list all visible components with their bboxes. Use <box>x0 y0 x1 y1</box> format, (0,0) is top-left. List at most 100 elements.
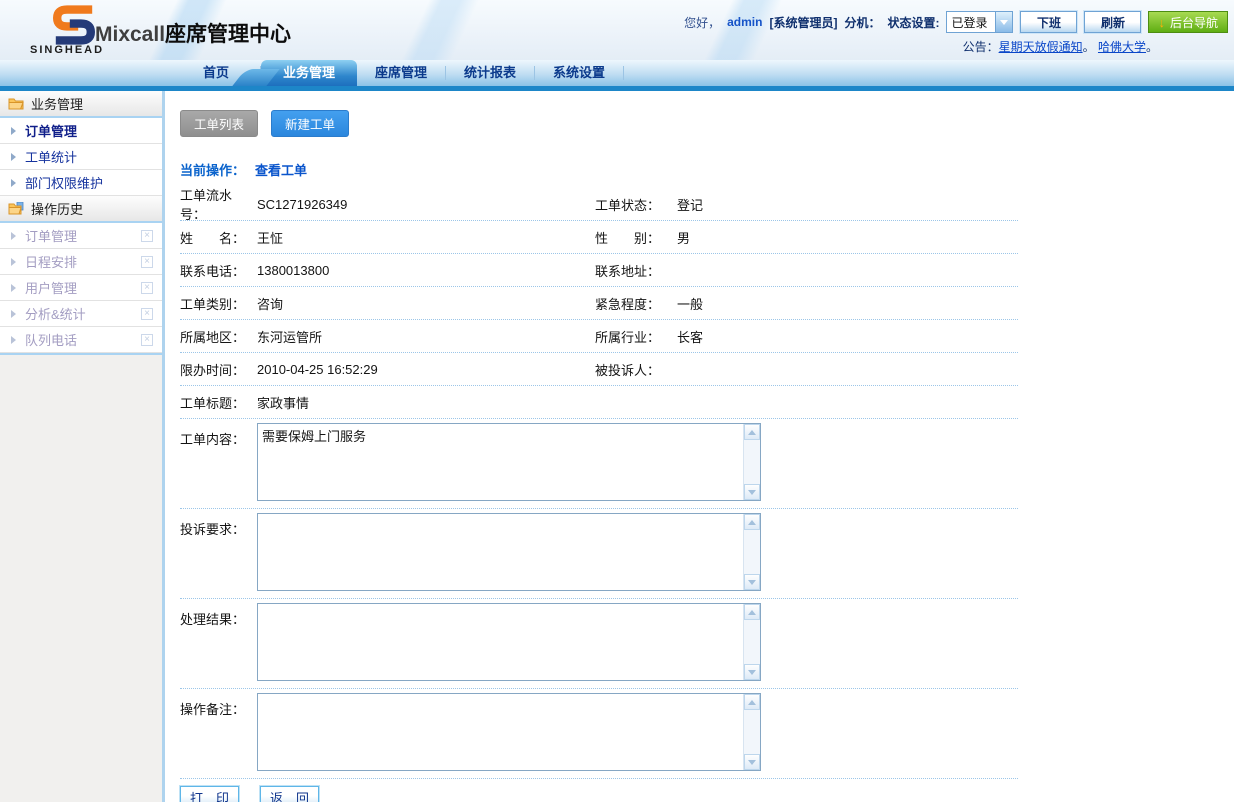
form-row-result: 处理结果： <box>180 599 1018 689</box>
close-icon[interactable]: × <box>141 230 153 242</box>
ticket-title-label: 工单标题： <box>180 393 257 412</box>
triangle-right-icon <box>11 153 16 161</box>
backend-nav-button[interactable]: ↓ 后台导航 <box>1148 11 1228 33</box>
deadline-value: 2010-04-25 16:52:29 <box>257 362 595 377</box>
tab-system-settings[interactable]: 系统设置 <box>535 60 623 86</box>
scroll-up-icon[interactable] <box>744 424 760 440</box>
scroll-up-icon[interactable] <box>744 514 760 530</box>
complaint-label: 投诉要求： <box>180 513 257 591</box>
tab-statistics-report[interactable]: 统计报表 <box>446 60 534 86</box>
scrollbar[interactable] <box>743 604 760 680</box>
close-icon[interactable]: × <box>141 308 153 320</box>
ticket-status-value: 登记 <box>677 195 1018 214</box>
sidebar-history-user-management[interactable]: 用户管理 × <box>0 275 162 301</box>
announcement-link-2[interactable]: 哈佛大学 <box>1098 40 1146 54</box>
sidebar-history-order-management[interactable]: 订单管理 × <box>0 223 162 249</box>
phone-value: 1380013800 <box>257 263 595 278</box>
back-button[interactable]: 返 回 <box>260 786 319 802</box>
sidebar-item-ticket-statistics[interactable]: 工单统计 <box>0 144 162 170</box>
category-value: 咨询 <box>257 294 595 313</box>
form-row-phone-address: 联系电话： 1380013800 联系地址： <box>180 254 1018 287</box>
print-button[interactable]: 打 印 <box>180 786 239 802</box>
breadcrumb-value: 查看工单 <box>255 163 307 178</box>
main-content: 工单列表 新建工单 当前操作： 查看工单 工单流水号： SC1271926349 … <box>168 91 1234 802</box>
breadcrumb: 当前操作： 查看工单 <box>180 160 1234 179</box>
announcement-sep-1: 。 <box>1083 40 1095 54</box>
sidebar-item-label: 订单管理 <box>25 121 77 140</box>
ticket-list-button[interactable]: 工单列表 <box>180 110 258 137</box>
refresh-button[interactable]: 刷新 <box>1084 11 1141 33</box>
sidebar-history-schedule[interactable]: 日程安排 × <box>0 249 162 275</box>
result-textarea[interactable] <box>257 603 761 681</box>
form-row-category-urgency: 工单类别： 咨询 紧急程度： 一般 <box>180 287 1018 320</box>
category-label: 工单类别： <box>180 294 257 313</box>
sidebar-item-label: 订单管理 <box>25 226 77 245</box>
triangle-right-icon <box>11 284 16 292</box>
content-textarea[interactable]: 需要保姆上门服务 <box>257 423 761 501</box>
ticket-serial-value: SC1271926349 <box>257 197 595 212</box>
remark-textarea-value <box>262 696 740 768</box>
username-text: admin <box>727 15 762 29</box>
sidebar-item-label: 日程安排 <box>25 252 77 271</box>
toolbar: 工单列表 新建工单 <box>180 110 1234 137</box>
announcement-sep-2: 。 <box>1146 40 1158 54</box>
region-value: 东河运管所 <box>257 327 595 346</box>
industry-label: 所属行业： <box>595 327 677 346</box>
sidebar-item-label: 队列电话 <box>25 330 77 349</box>
status-select-value: 已登录 <box>947 12 995 32</box>
scroll-down-icon[interactable] <box>744 574 760 590</box>
accused-label: 被投诉人： <box>595 360 677 379</box>
new-ticket-button[interactable]: 新建工单 <box>271 110 349 137</box>
sidebar-item-department-permissions[interactable]: 部门权限维护 <box>0 170 162 196</box>
form-row-serial-status: 工单流水号： SC1271926349 工单状态： 登记 <box>180 188 1018 221</box>
form-row-complaint: 投诉要求： <box>180 509 1018 599</box>
tab-business-management[interactable]: 业务管理 <box>261 60 357 86</box>
sidebar-item-label: 工单统计 <box>25 147 77 166</box>
scroll-up-icon[interactable] <box>744 694 760 710</box>
remark-textarea[interactable] <box>257 693 761 771</box>
announcement-link-1[interactable]: 星期天放假通知 <box>999 40 1083 54</box>
status-label: 状态设置: <box>887 14 939 31</box>
address-label: 联系地址： <box>595 261 677 280</box>
triangle-right-icon <box>11 310 16 318</box>
sidebar-history-queue-calls[interactable]: 队列电话 × <box>0 327 162 353</box>
sidebar-section-title: 操作历史 <box>31 199 83 218</box>
urgency-value: 一般 <box>677 294 1018 313</box>
scroll-down-icon[interactable] <box>744 484 760 500</box>
sidebar-item-label: 分析&统计 <box>25 304 86 323</box>
sidebar-section-history: 操作历史 <box>0 196 162 223</box>
sidebar-item-order-management[interactable]: 订单管理 <box>0 118 162 144</box>
nav-tabs: 首页 业务管理 座席管理 统计报表 系统设置 <box>172 60 1234 86</box>
close-icon[interactable]: × <box>141 334 153 346</box>
status-select[interactable]: 已登录 <box>946 11 1013 33</box>
sidebar-divider <box>0 353 162 355</box>
form-row-title: 工单标题： 家政事情 <box>180 386 1018 419</box>
breadcrumb-label: 当前操作： <box>180 163 245 178</box>
scroll-down-icon[interactable] <box>744 664 760 680</box>
gender-label: 性 别： <box>595 228 677 247</box>
form-row-deadline-accused: 限办时间： 2010-04-25 16:52:29 被投诉人： <box>180 353 1018 386</box>
form-row-region-industry: 所属地区： 东河运管所 所属行业： 长客 <box>180 320 1018 353</box>
backend-nav-label: 后台导航 <box>1170 14 1218 31</box>
content-label: 工单内容： <box>180 423 257 501</box>
complaint-textarea[interactable] <box>257 513 761 591</box>
chevron-down-icon[interactable] <box>995 12 1012 32</box>
greeting-text: 您好， <box>684 14 720 31</box>
scroll-down-icon[interactable] <box>744 754 760 770</box>
ticket-serial-label: 工单流水号： <box>180 185 257 223</box>
sidebar-history-analysis-statistics[interactable]: 分析&统计 × <box>0 301 162 327</box>
region-label: 所属地区： <box>180 327 257 346</box>
scrollbar[interactable] <box>743 694 760 770</box>
close-icon[interactable]: × <box>141 256 153 268</box>
content-textarea-value: 需要保姆上门服务 <box>262 426 740 498</box>
off-duty-button[interactable]: 下班 <box>1020 11 1077 33</box>
page: SINGHEAD Mixcall座席管理中心 您好， admin [系统管理员]… <box>0 0 1234 802</box>
scroll-up-icon[interactable] <box>744 604 760 620</box>
tab-agent-management[interactable]: 座席管理 <box>357 60 445 86</box>
close-icon[interactable]: × <box>141 282 153 294</box>
sidebar-group-business: 订单管理 工单统计 部门权限维护 <box>0 118 162 196</box>
form-row-name-gender: 姓 名： 王怔 性 别： 男 <box>180 221 1018 254</box>
triangle-right-icon <box>11 127 16 135</box>
scrollbar[interactable] <box>743 424 760 500</box>
scrollbar[interactable] <box>743 514 760 590</box>
